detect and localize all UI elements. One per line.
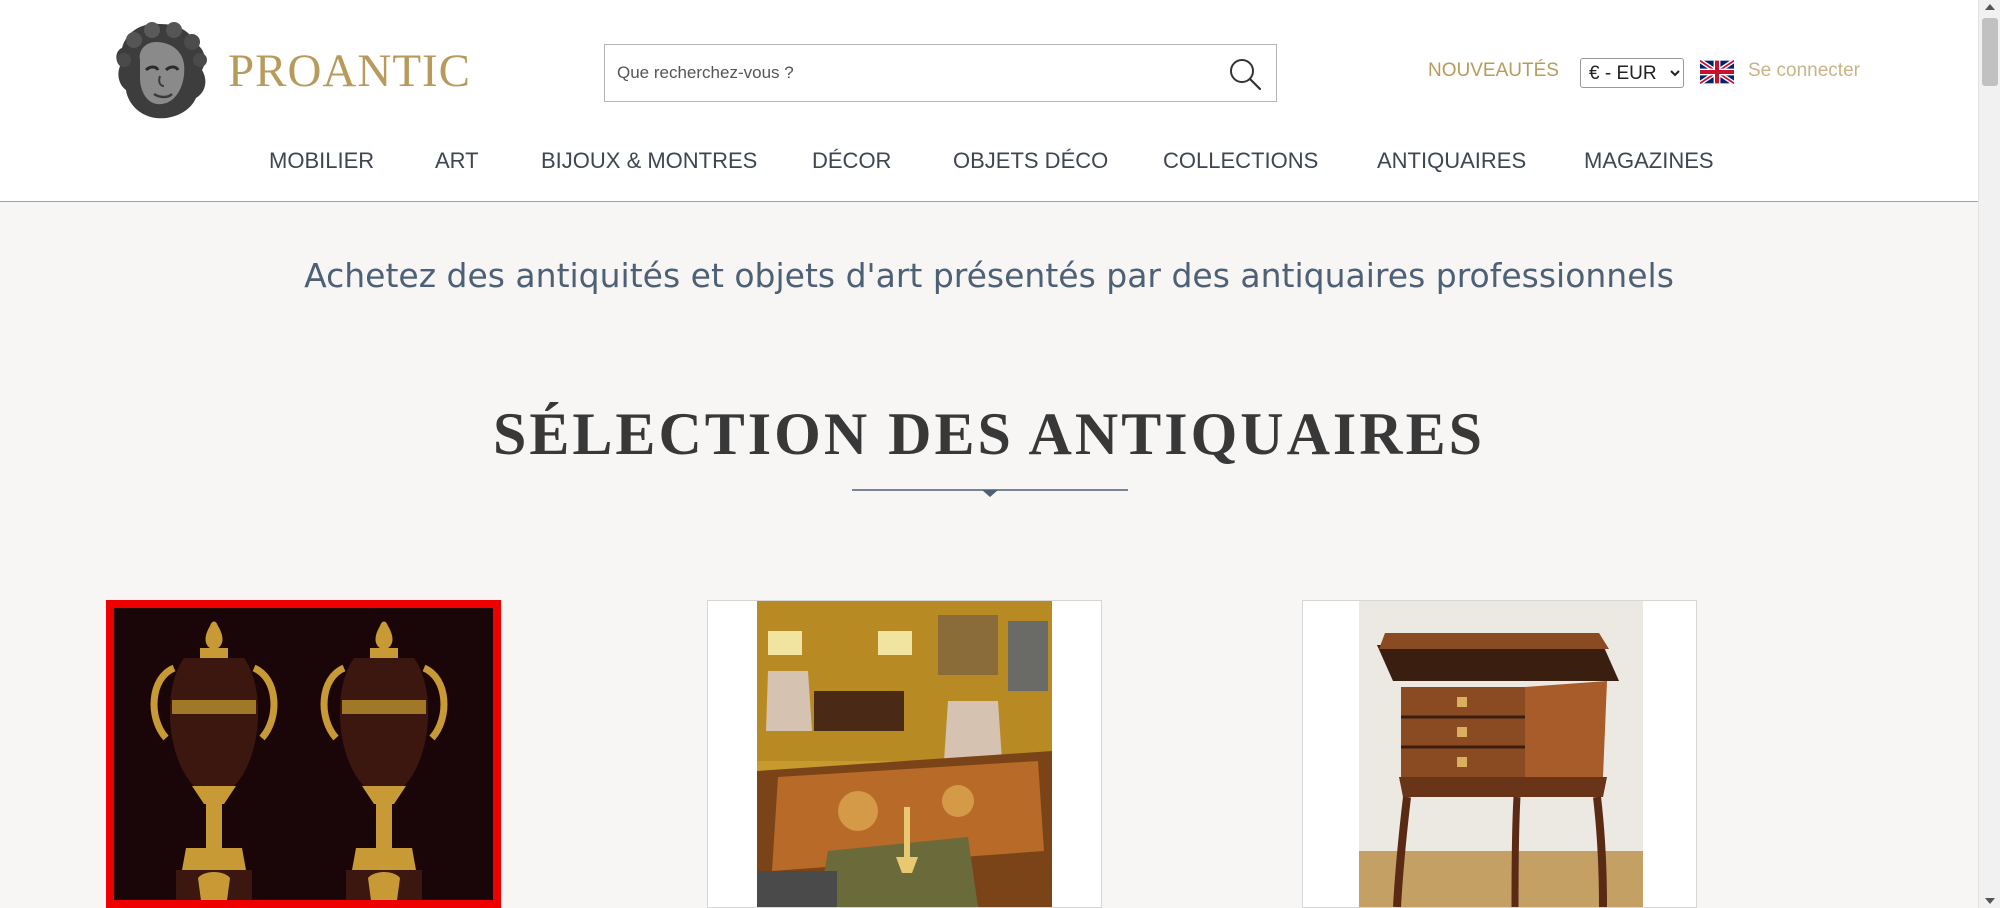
- search-input[interactable]: [617, 45, 1197, 101]
- product-card-urns[interactable]: [106, 600, 501, 908]
- vertical-scrollbar[interactable]: [1978, 0, 2000, 908]
- section-divider: [852, 489, 1128, 497]
- scroll-down-arrow-icon[interactable]: [1985, 898, 1995, 904]
- scroll-up-arrow-icon[interactable]: [1985, 4, 1995, 10]
- login-link[interactable]: Se connecter: [1748, 60, 1860, 82]
- nav-item-art[interactable]: ART: [435, 148, 479, 174]
- product-image-writing-desk: [708, 601, 1101, 907]
- product-image-bedside-table: [1303, 601, 1696, 907]
- cherub-head-logo-icon: [116, 22, 207, 119]
- main-nav: MOBILIER ART BIJOUX & MONTRES DÉCOR OBJE…: [0, 148, 1978, 178]
- logo-link[interactable]: PROANTIC: [112, 20, 471, 122]
- uk-flag-icon[interactable]: [1700, 60, 1734, 84]
- brand-name: PROANTIC: [228, 45, 472, 97]
- nav-item-mobilier[interactable]: MOBILIER: [269, 148, 374, 174]
- product-card-writing-desk[interactable]: [707, 600, 1102, 908]
- scrollbar-thumb[interactable]: [1982, 18, 1998, 86]
- section-title: SÉLECTION DES ANTIQUAIRES: [493, 401, 1485, 467]
- nav-item-decor[interactable]: DÉCOR: [812, 148, 891, 174]
- nav-item-antiquaires[interactable]: ANTIQUAIRES: [1377, 148, 1526, 174]
- search-bar: [604, 44, 1277, 102]
- nav-item-objets-deco[interactable]: OBJETS DÉCO: [953, 148, 1108, 174]
- nav-item-collections[interactable]: COLLECTIONS: [1163, 148, 1318, 174]
- nouveautes-link[interactable]: NOUVEAUTÉS: [1428, 60, 1559, 82]
- page-tagline: Achetez des antiquités et objets d'art p…: [304, 256, 1674, 295]
- product-image-urns: [114, 608, 493, 900]
- nav-item-magazines[interactable]: MAGAZINES: [1584, 148, 1714, 174]
- site-header: PROANTIC NOUVEAUTÉS € - EUR Se connecter…: [0, 0, 1978, 202]
- currency-select[interactable]: € - EUR: [1580, 58, 1684, 88]
- product-card-bedside-table[interactable]: [1302, 600, 1697, 908]
- search-icon[interactable]: [1228, 57, 1262, 91]
- nav-item-bijoux-montres[interactable]: BIJOUX & MONTRES: [541, 148, 757, 174]
